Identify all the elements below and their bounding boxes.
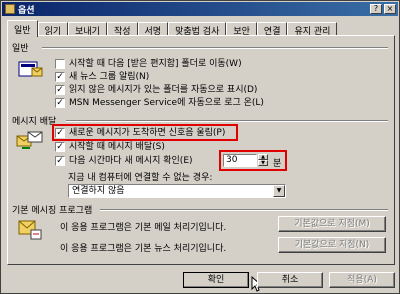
option-label: MSN Messenger Service에 자동으로 로그 온(L) <box>69 98 264 108</box>
highlight-box-interval <box>219 150 287 171</box>
checkbox[interactable] <box>55 59 65 69</box>
connect-option-value: 연결하지 않음 <box>72 186 125 196</box>
highlight-box-sound <box>52 124 238 141</box>
set-default-news-button[interactable]: 기본값으로 지정(N) <box>278 237 386 253</box>
title-bar: 옵션 ? × <box>2 2 398 16</box>
checkbox-checked[interactable]: ✓ <box>55 85 65 95</box>
option-label: 읽지 않은 메시지가 있는 폴더를 자동으로 표시(D) <box>69 85 258 95</box>
default-programs-section-label: 기본 메시징 프로그램 <box>12 206 93 216</box>
checkbox-checked[interactable]: ✓ <box>55 142 65 152</box>
general-section-divider <box>42 47 388 49</box>
window-title: 옵션 <box>18 6 35 16</box>
default-mail-program-icon <box>18 220 42 240</box>
tab-security[interactable]: 보안 <box>226 22 257 37</box>
tab-compose[interactable]: 작성 <box>106 22 138 37</box>
tab-spelling[interactable]: 맞춤법 검사 <box>168 22 227 37</box>
help-button[interactable]: ? <box>370 4 382 14</box>
cancel-button[interactable]: 취소 <box>257 272 323 288</box>
tab-general[interactable]: 일반 <box>7 20 38 37</box>
option-check-interval[interactable]: ✓ 다음 시간마다 새 메시지 확인(E) <box>55 156 193 168</box>
option-label: 다음 시간마다 새 메시지 확인(E) <box>69 156 193 166</box>
checkbox-checked[interactable]: ✓ <box>55 156 65 166</box>
option-start-inbox[interactable]: 시작할 때 다음 [받은 편지함] 폴더로 이동(W) <box>55 59 242 71</box>
chevron-down-icon[interactable]: ▼ <box>273 185 285 197</box>
general-settings-icon <box>18 61 43 77</box>
connect-prompt: 지금 내 컴퓨터에 연결할 수 없는 경우: <box>68 173 213 183</box>
options-dialog: 옵션 ? × 일반 읽기 보내기 작성 서명 맞춤법 검사 보안 연결 유지 관리 일반 시작할… <box>0 0 400 294</box>
arrive-section-divider <box>66 120 388 122</box>
option-newsgroup-notify[interactable]: ✓ 새 뉴스 그룹 알림(N) <box>55 72 149 84</box>
checkbox-checked[interactable]: ✓ <box>55 72 65 82</box>
general-section-label: 일반 <box>12 44 29 54</box>
option-label: 시작할 때 다음 [받은 편지함] 폴더로 이동(W) <box>69 59 242 69</box>
app-icon <box>5 4 15 14</box>
apply-button[interactable]: 적용(A) <box>329 272 395 288</box>
tab-strip: 일반 읽기 보내기 작성 서명 맞춤법 검사 보안 연결 유지 관리 <box>7 20 338 37</box>
default-news-text: 이 응용 프로그램은 기본 뉴스 처리기입니다. <box>60 244 227 254</box>
tab-read[interactable]: 읽기 <box>37 22 69 37</box>
tab-send[interactable]: 보내기 <box>68 22 107 37</box>
message-delivery-icon <box>16 131 43 149</box>
option-show-unread-folders[interactable]: ✓ 읽지 않은 메시지가 있는 폴더를 자동으로 표시(D) <box>55 85 257 97</box>
option-msn-autologon[interactable]: ✓ MSN Messenger Service에 자동으로 로그 온(L) <box>55 98 264 110</box>
option-send-on-start[interactable]: ✓ 시작할 때 메시지 배달(S) <box>55 142 165 154</box>
default-mail-text: 이 응용 프로그램은 기본 메일 처리기입니다. <box>60 223 227 233</box>
default-programs-divider <box>100 209 388 211</box>
tab-connection[interactable]: 연결 <box>256 22 288 37</box>
tab-panel-general: 일반 시작할 때 다음 [받은 편지함] 폴더로 이동(W) ✓ 새 뉴스 그룹 … <box>7 35 395 265</box>
tab-signature[interactable]: 서명 <box>137 22 169 37</box>
set-default-mail-button[interactable]: 기본값으로 지정(M) <box>278 216 386 232</box>
checkbox-checked[interactable]: ✓ <box>55 98 65 108</box>
option-label: 시작할 때 메시지 배달(S) <box>69 142 165 152</box>
option-label: 새 뉴스 그룹 알림(N) <box>69 72 150 82</box>
arrive-section-label: 메시지 배달 <box>12 117 57 127</box>
ok-button[interactable]: 확인 <box>183 272 249 288</box>
close-button[interactable]: × <box>384 4 396 14</box>
tab-maintenance[interactable]: 유지 관리 <box>287 22 338 37</box>
connect-option-select[interactable]: 연결하지 않음 ▼ <box>68 184 286 198</box>
